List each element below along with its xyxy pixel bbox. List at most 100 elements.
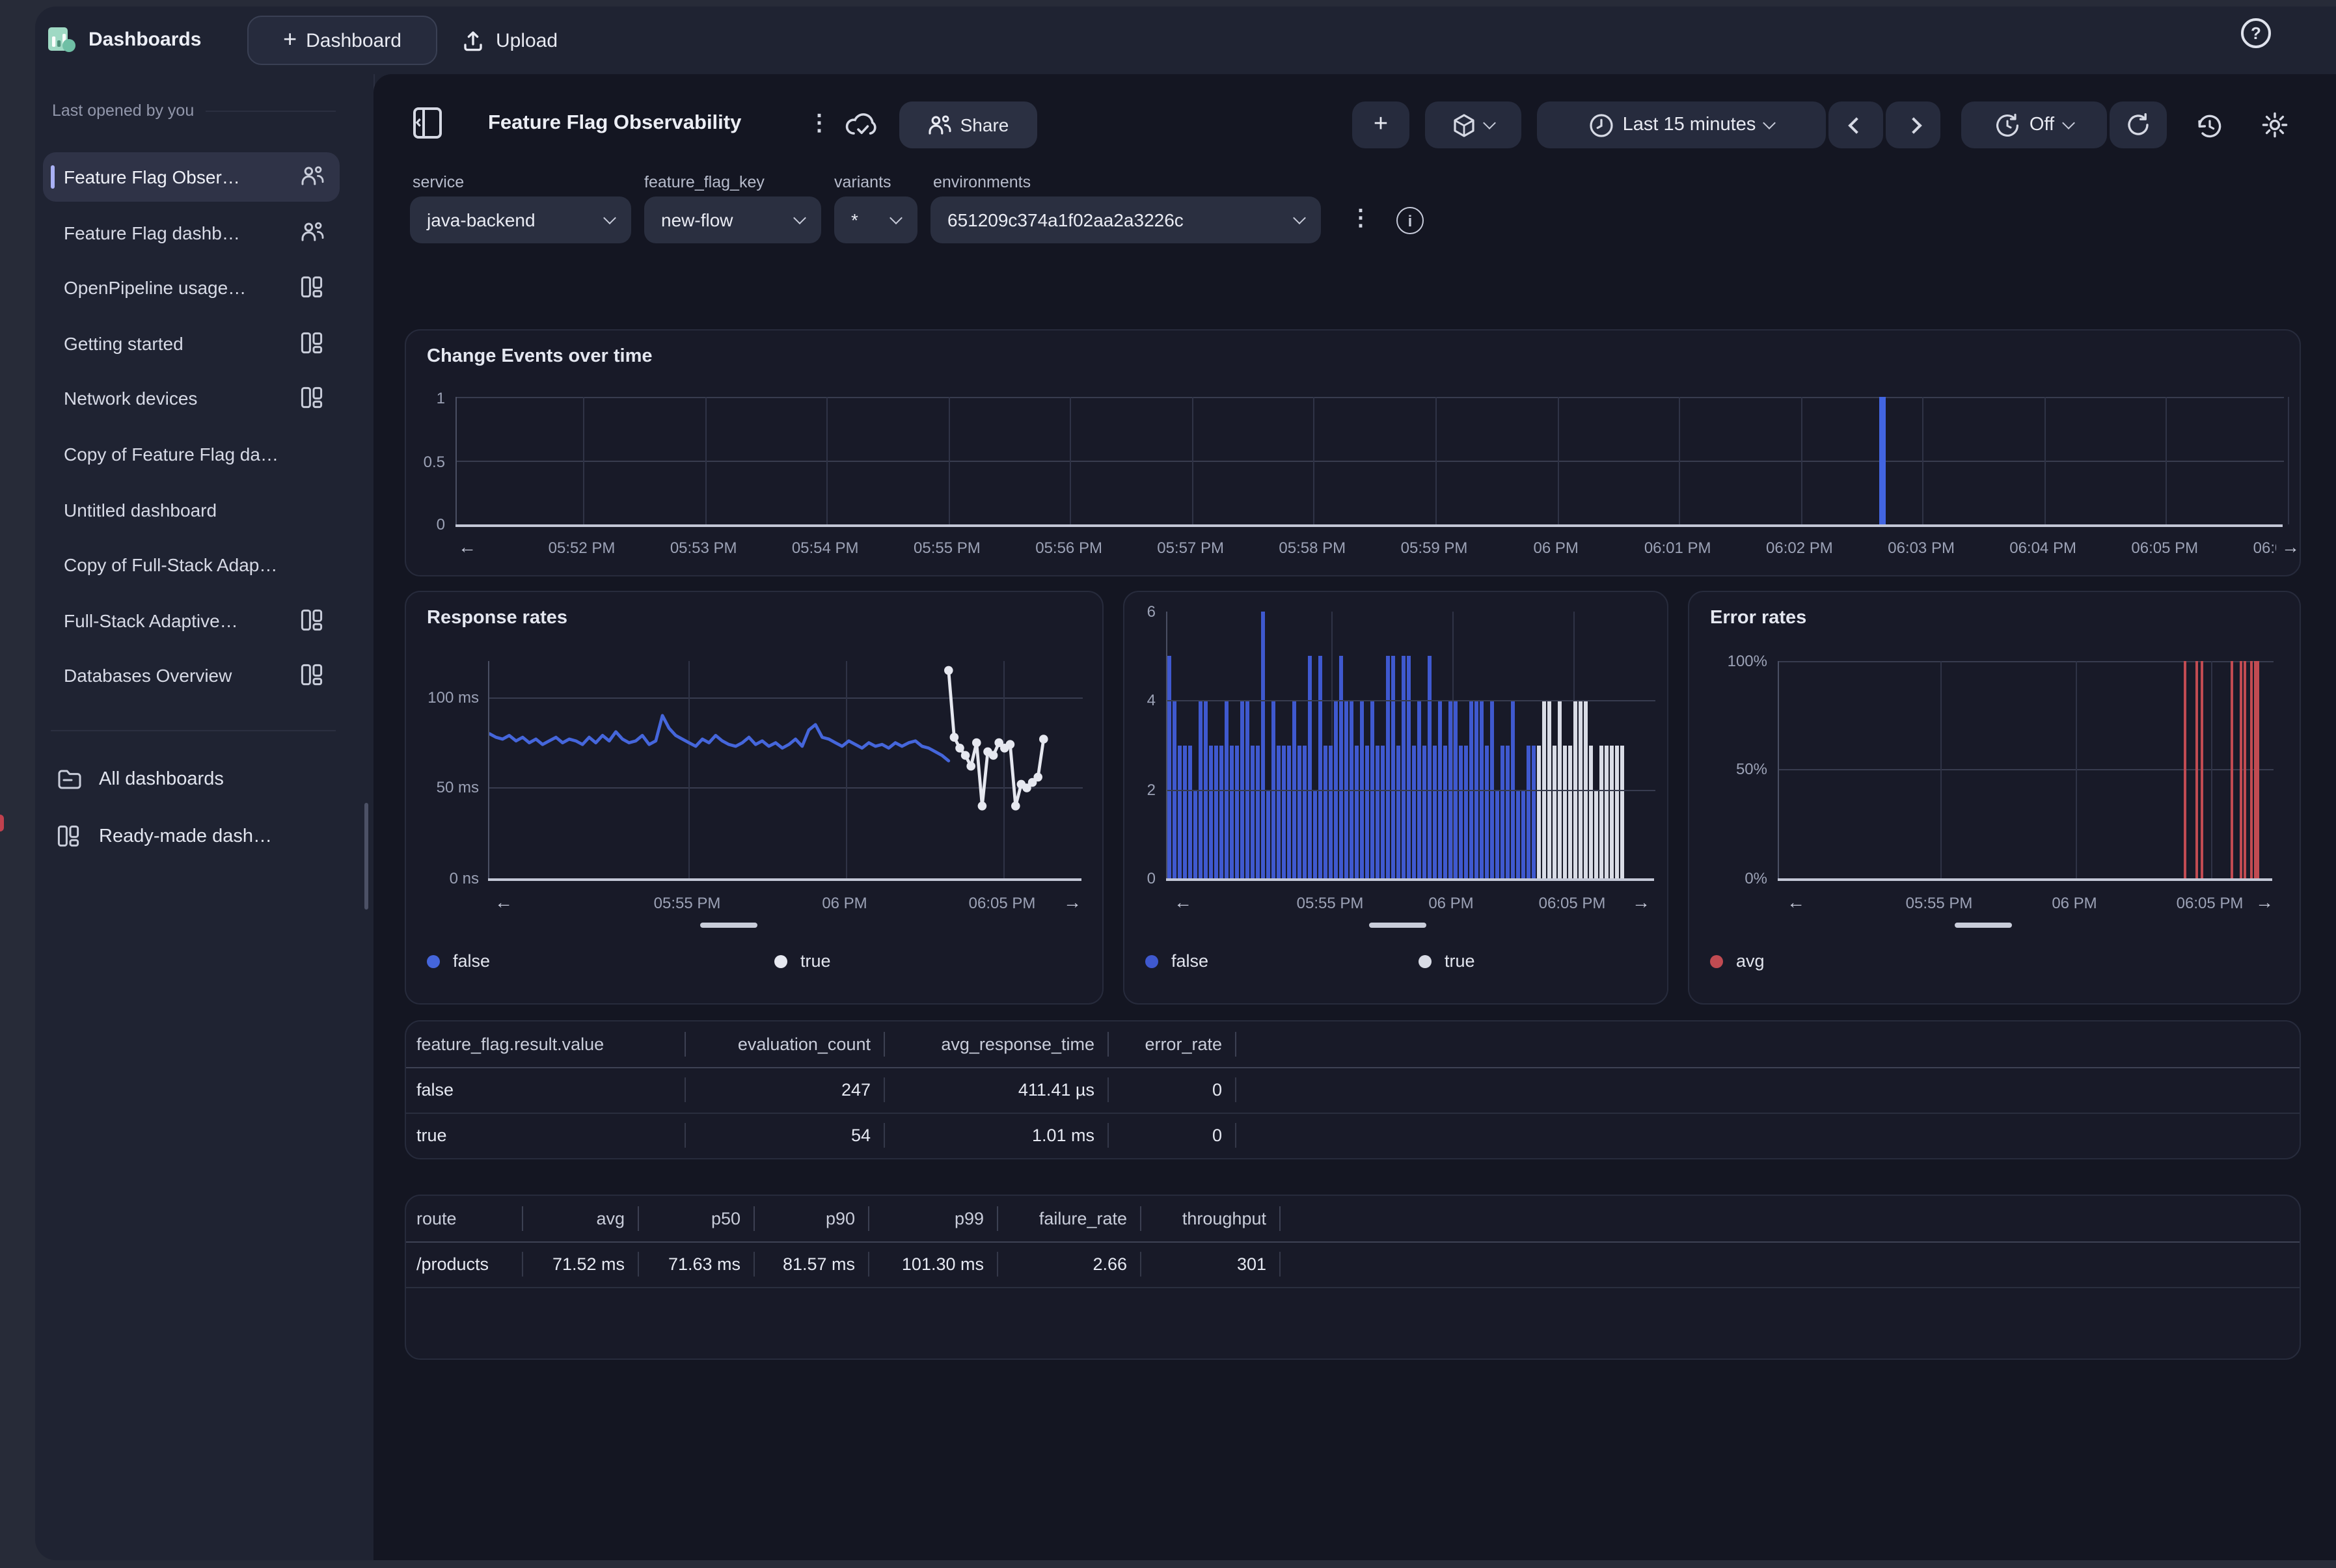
- gridline-v: [2166, 397, 2167, 524]
- x-tick: 06:06 PM: [2227, 539, 2283, 557]
- x-axis-line: [455, 524, 2283, 527]
- column-header-p90[interactable]: p90: [764, 1196, 855, 1241]
- bar-true: [1589, 745, 1593, 878]
- series-line-false: [489, 716, 949, 761]
- bar-false: [1209, 745, 1213, 878]
- filter-environments-dropdown[interactable]: 651209c374a1f02aa2a3226c: [930, 196, 1321, 243]
- help-question-glyph: ?: [2251, 23, 2261, 43]
- sidebar-item[interactable]: Feature Flag Obser…: [43, 152, 340, 202]
- dashboard-menu-kebab[interactable]: ⋮: [808, 111, 830, 137]
- sidebar-item[interactable]: Copy of Full-Stack Adap…: [43, 540, 340, 589]
- evaluation-counts-plot[interactable]: [1166, 612, 1654, 878]
- column-header-feature_flag.result.value[interactable]: feature_flag.result.value: [416, 1021, 672, 1067]
- sidebar-item[interactable]: OpenPipeline usage…: [43, 263, 340, 312]
- legend-label-avg[interactable]: avg: [1736, 951, 1765, 971]
- sidebar-item[interactable]: Untitled dashboard: [43, 485, 340, 535]
- pan-right-arrow[interactable]: →: [2255, 891, 2274, 912]
- pan-right-arrow[interactable]: →: [1632, 891, 1650, 912]
- auto-refresh-dropdown[interactable]: Off: [1961, 101, 2107, 148]
- sidebar-item[interactable]: Copy of Feature Flag da…: [43, 429, 340, 479]
- help-button[interactable]: ?: [2241, 18, 2271, 48]
- filter-variants-dropdown[interactable]: *: [834, 196, 917, 243]
- time-range-dropdown[interactable]: Last 15 minutes: [1537, 101, 1826, 148]
- table-cell: 0: [1118, 1113, 1222, 1158]
- pan-right-arrow[interactable]: →: [1063, 891, 1081, 912]
- column-header-p50[interactable]: p50: [648, 1196, 740, 1241]
- error-rates-plot[interactable]: [1778, 661, 2272, 878]
- history-clock-icon: [2195, 112, 2224, 141]
- column-header-avg[interactable]: avg: [532, 1196, 625, 1241]
- panel-response-rates: Response rates 100 ms 50 ms 0 ns ← 05:55…: [405, 591, 1104, 1005]
- x-tick: 05:52 PM: [522, 539, 642, 557]
- response-rates-plot[interactable]: [488, 661, 1081, 878]
- sidebar-item[interactable]: Feature Flag dashb…: [43, 208, 340, 258]
- history-button[interactable]: [2190, 107, 2229, 146]
- legend-label-true[interactable]: true: [1445, 951, 1475, 971]
- upload-button[interactable]: Upload: [462, 18, 605, 62]
- series-point-true: [955, 744, 964, 753]
- refresh-button[interactable]: [2110, 101, 2167, 148]
- filters-menu-kebab[interactable]: ⋮: [1350, 206, 1372, 232]
- sidebar-item[interactable]: Databases Overview: [43, 651, 340, 700]
- pan-left-arrow[interactable]: ←: [495, 891, 513, 912]
- legend: true: [774, 951, 831, 971]
- table-cell: 1.01 ms: [894, 1113, 1094, 1158]
- x-zoom-scrollbar[interactable]: [1955, 923, 2012, 928]
- change-events-plot[interactable]: [455, 397, 2283, 524]
- time-forward-button[interactable]: [1886, 101, 1940, 148]
- time-back-button[interactable]: [1828, 101, 1883, 148]
- series-point-true: [989, 751, 998, 760]
- x-zoom-scrollbar[interactable]: [1369, 923, 1426, 928]
- bar-false: [1422, 745, 1426, 878]
- settings-button[interactable]: [2255, 105, 2294, 144]
- add-panel-button[interactable]: +: [1352, 101, 1409, 148]
- column-header-error_rate[interactable]: error_rate: [1118, 1021, 1222, 1067]
- column-header-failure_rate[interactable]: failure_rate: [1007, 1196, 1127, 1241]
- sidebar-scrollbar[interactable]: [364, 803, 368, 910]
- column-separator: [638, 1206, 639, 1231]
- column-header-route[interactable]: route: [416, 1196, 509, 1241]
- column-header-evaluation_count[interactable]: evaluation_count: [695, 1021, 871, 1067]
- sidebar-item[interactable]: Full-Stack Adaptive…: [43, 596, 340, 645]
- sidebar-item-ready-made-dash-[interactable]: Ready-made dash…: [43, 812, 340, 861]
- filter-service-dropdown[interactable]: java-backend: [410, 196, 631, 243]
- bar-false: [1235, 745, 1239, 878]
- legend-dot-false: [1145, 954, 1158, 967]
- pan-left-arrow[interactable]: ←: [1787, 891, 1805, 912]
- bar-false: [1188, 745, 1192, 878]
- pan-left-arrow[interactable]: ←: [458, 536, 476, 557]
- legend-label-false[interactable]: false: [1171, 951, 1208, 971]
- datasource-dropdown[interactable]: [1425, 101, 1521, 148]
- new-dashboard-button[interactable]: + Dashboard: [247, 16, 437, 65]
- filter-variants-value: *: [851, 210, 858, 230]
- x-zoom-scrollbar[interactable]: [700, 923, 757, 928]
- table-cell: 411.41 µs: [894, 1067, 1094, 1113]
- bar-false: [1407, 656, 1411, 878]
- column-header-throughput[interactable]: throughput: [1150, 1196, 1266, 1241]
- share-button[interactable]: Share: [899, 101, 1037, 148]
- sidebar-item-all-dashboards[interactable]: All dashboards: [43, 755, 340, 804]
- sidebar-item[interactable]: Network devices: [43, 373, 340, 423]
- collapse-panel-icon[interactable]: [413, 107, 442, 139]
- column-header-avg_response_time[interactable]: avg_response_time: [894, 1021, 1094, 1067]
- sidebar-item[interactable]: Getting started: [43, 319, 340, 368]
- change-event-bar[interactable]: [1879, 397, 1886, 524]
- legend-label-true[interactable]: true: [800, 951, 831, 971]
- cloud-sync-icon[interactable]: [845, 112, 878, 138]
- bar-false: [1167, 656, 1171, 878]
- filter-feature-flag-key-dropdown[interactable]: new-flow: [644, 196, 821, 243]
- legend-label-false[interactable]: false: [453, 951, 490, 971]
- column-separator: [685, 1032, 686, 1057]
- column-header-p99[interactable]: p99: [878, 1196, 984, 1241]
- sidebar-item-label: Copy of Feature Flag da…: [64, 444, 340, 465]
- bar-false: [1428, 656, 1432, 878]
- filters-info-icon[interactable]: i: [1396, 207, 1424, 234]
- y-tick-0: 0: [1124, 869, 1156, 887]
- dashboard-icon: [301, 332, 323, 354]
- x-tick: 06:01 PM: [1618, 539, 1737, 557]
- pan-left-arrow[interactable]: ←: [1174, 891, 1192, 912]
- table-cell: 301: [1150, 1241, 1266, 1287]
- share-label: Share: [960, 115, 1009, 135]
- bar-false: [1308, 656, 1312, 878]
- pan-right-arrow[interactable]: →: [2276, 536, 2300, 557]
